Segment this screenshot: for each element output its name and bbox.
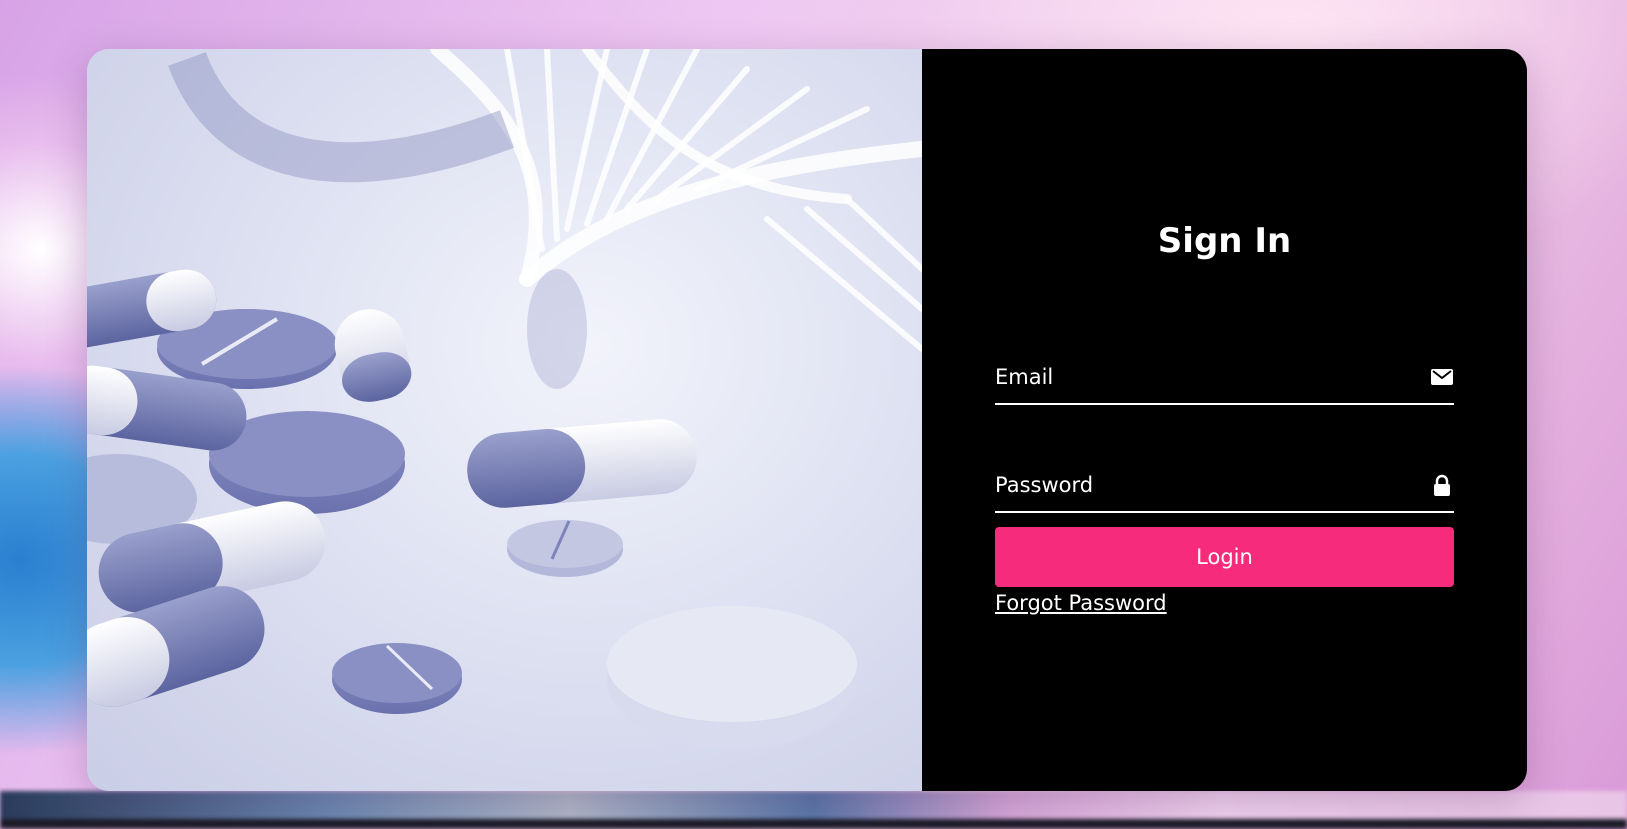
lock-icon	[1434, 474, 1450, 496]
email-input[interactable]	[995, 355, 1415, 399]
password-input[interactable]	[995, 463, 1415, 507]
background-taskbar-strip	[0, 791, 1627, 829]
pills-dna-illustration	[87, 49, 922, 749]
password-field[interactable]	[995, 463, 1454, 513]
login-card: Sign In Login Forgot Password	[87, 49, 1527, 791]
envelope-icon	[1431, 369, 1453, 385]
forgot-password-link[interactable]: Forgot Password	[995, 591, 1167, 615]
email-field[interactable]	[995, 355, 1454, 405]
signin-panel: Sign In Login Forgot Password	[922, 49, 1527, 791]
signin-title: Sign In	[1157, 221, 1292, 261]
login-button[interactable]: Login	[995, 527, 1454, 587]
hero-image-pills-dna	[87, 49, 922, 791]
